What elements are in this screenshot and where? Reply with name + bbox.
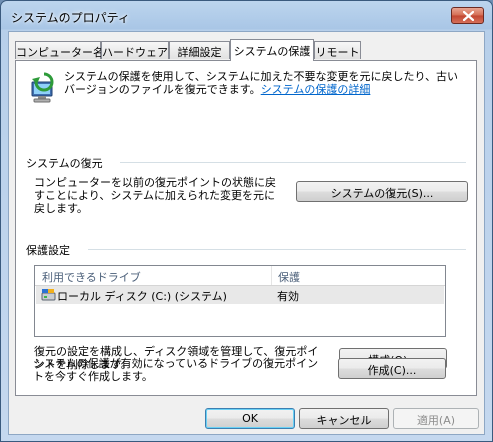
tab-computer-name[interactable]: コンピューター名 bbox=[15, 41, 104, 59]
system-restore-description: コンピューターを以前の復元ポイントの状態に戻すことにより、システムに加えられた変… bbox=[34, 176, 276, 215]
tab-system-protection[interactable]: システムの保護 bbox=[230, 39, 314, 61]
title-bar[interactable]: システムのプロパティ bbox=[1, 1, 492, 31]
intro-description: システムの保護を使用して、システムに加えた不要な変更を元に戻したり、古いバージョ… bbox=[64, 70, 469, 96]
dialog-client-area: コンピューター名 ハードウェア 詳細設定 システムの保護 リモート システムの保… bbox=[8, 31, 485, 435]
protection-settings-heading: 保護設定 bbox=[26, 244, 70, 257]
section-divider bbox=[88, 249, 466, 250]
column-separator[interactable] bbox=[271, 266, 272, 285]
column-available-drives[interactable]: 利用できるドライブ bbox=[42, 269, 141, 285]
tab-advanced[interactable]: 詳細設定 bbox=[169, 41, 230, 59]
system-restore-heading: システムの復元 bbox=[26, 157, 103, 170]
tab-hardware[interactable]: ハードウェア bbox=[101, 41, 169, 59]
system-properties-window: システムのプロパティ コンピューター名 ハードウェア 詳細設定 システムの保護 … bbox=[0, 0, 493, 442]
system-protection-panel: システムの保護を使用して、システムに加えた不要な変更を元に戻したり、古いバージョ… bbox=[15, 60, 477, 396]
drive-protection-status: 有効 bbox=[277, 290, 299, 303]
system-protection-help-link[interactable]: システムの保護の詳細 bbox=[261, 83, 371, 96]
column-protection[interactable]: 保護 bbox=[278, 269, 300, 285]
drives-list-header: 利用できるドライブ 保護 bbox=[35, 266, 445, 286]
drive-icon bbox=[41, 289, 56, 301]
close-button[interactable] bbox=[451, 7, 484, 24]
close-icon bbox=[463, 11, 474, 21]
section-divider bbox=[120, 162, 466, 163]
create-button[interactable]: 作成(C)... bbox=[338, 358, 446, 379]
create-description: システムの保護が有効になっているドライブの復元ポイントを今すぐ作成します。 bbox=[33, 357, 319, 383]
ok-button[interactable]: OK bbox=[205, 408, 295, 429]
cancel-button[interactable]: キャンセル bbox=[299, 408, 389, 429]
system-restore-button[interactable]: システムの復元(S)... bbox=[296, 181, 468, 202]
tab-remote[interactable]: リモート bbox=[314, 41, 361, 59]
drives-list[interactable]: 利用できるドライブ 保護 ローカル ディスク (C:) (システム) 有効 bbox=[34, 265, 446, 337]
drive-name: ローカル ディスク (C:) (システム) bbox=[57, 290, 227, 303]
window-title: システムのプロパティ bbox=[11, 11, 130, 25]
apply-button[interactable]: 適用(A) bbox=[393, 408, 479, 429]
table-row[interactable]: ローカル ディスク (C:) (システム) 有効 bbox=[36, 286, 444, 304]
computer-restore-icon bbox=[31, 72, 54, 103]
